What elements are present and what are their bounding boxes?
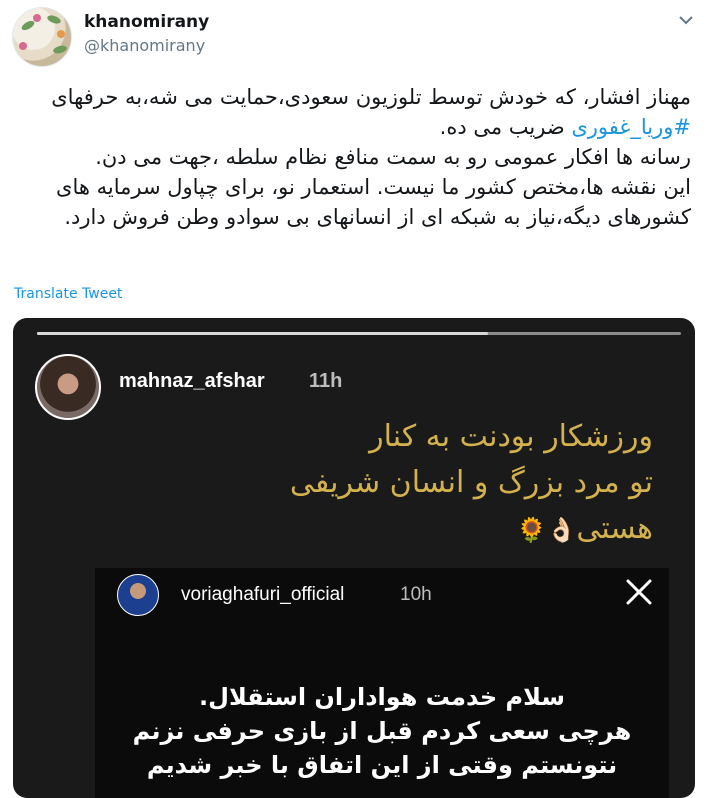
tweet-line: #وریا_غفوری ضریب می ده. (14, 112, 691, 142)
shared-post-card: voriaghafuri_official 10h سلام خدمت هواد… (95, 568, 669, 798)
translate-tweet-link[interactable]: Translate Tweet (14, 286, 122, 302)
chevron-down-icon[interactable] (674, 10, 698, 30)
author-avatar[interactable] (12, 7, 72, 67)
tweet-line: کشورهای دیگه،نیاز به شبکه ای از انسانهای… (64, 205, 691, 229)
shared-post-line: سلام خدمت هواداران استقلال. (199, 683, 565, 711)
caption-line: تو مرد بزرگ و انسان شریفی (289, 465, 653, 500)
caption-line-text: هستی (576, 511, 653, 546)
shared-post-line: هرچی سعی کردم قبل از بازی حرفی نزنم (132, 717, 632, 745)
shared-post-username: voriaghafuri_official (181, 584, 345, 605)
author-display-name[interactable]: khanomirany (84, 12, 209, 32)
author-handle[interactable]: @khanomirany (84, 36, 205, 55)
tweet-media-image[interactable]: mahnaz_afshar 11h ورزشکار بودنت به کنار … (13, 318, 695, 798)
story-username: mahnaz_afshar (119, 370, 265, 392)
hashtag-link[interactable]: #وریا_غفوری (571, 115, 691, 139)
shared-post-time: 10h (400, 584, 432, 605)
ok-hand-icon: 👌🏻 (546, 515, 577, 544)
close-icon (626, 579, 652, 605)
shared-post-line: نتونستم وقتی از این اتفاق با خبر شدیم (146, 751, 618, 779)
story-progress-bar (37, 332, 681, 335)
story-time: 11h (309, 370, 343, 392)
shared-post-text: سلام خدمت هواداران استقلال. هرچی سعی کرد… (105, 680, 659, 782)
sunflower-icon: 🌻 (516, 515, 547, 544)
story-caption: ورزشکار بودنت به کنار تو مرد بزرگ و انسا… (73, 414, 653, 553)
tweet-line: این نقشه ها،مختص کشور ما نیست. استعمار ن… (56, 175, 691, 199)
shared-post-avatar (117, 574, 159, 616)
tweet-line: رسانه ها افکار عمومی رو به سمت منافع نظا… (95, 145, 691, 169)
tweet-line: مهناز افشار، که خودش توسط تلوزیون سعودی،… (51, 85, 691, 109)
tweet-text: مهناز افشار، که خودش توسط تلوزیون سعودی،… (14, 82, 691, 232)
caption-line: ورزشکار بودنت به کنار (369, 419, 653, 454)
story-avatar (35, 354, 101, 420)
story-progress-fill (37, 332, 488, 335)
tweet-line-tail: ضریب می ده. (439, 115, 565, 139)
caption-line: هستی👌🏻🌻 (73, 506, 653, 553)
